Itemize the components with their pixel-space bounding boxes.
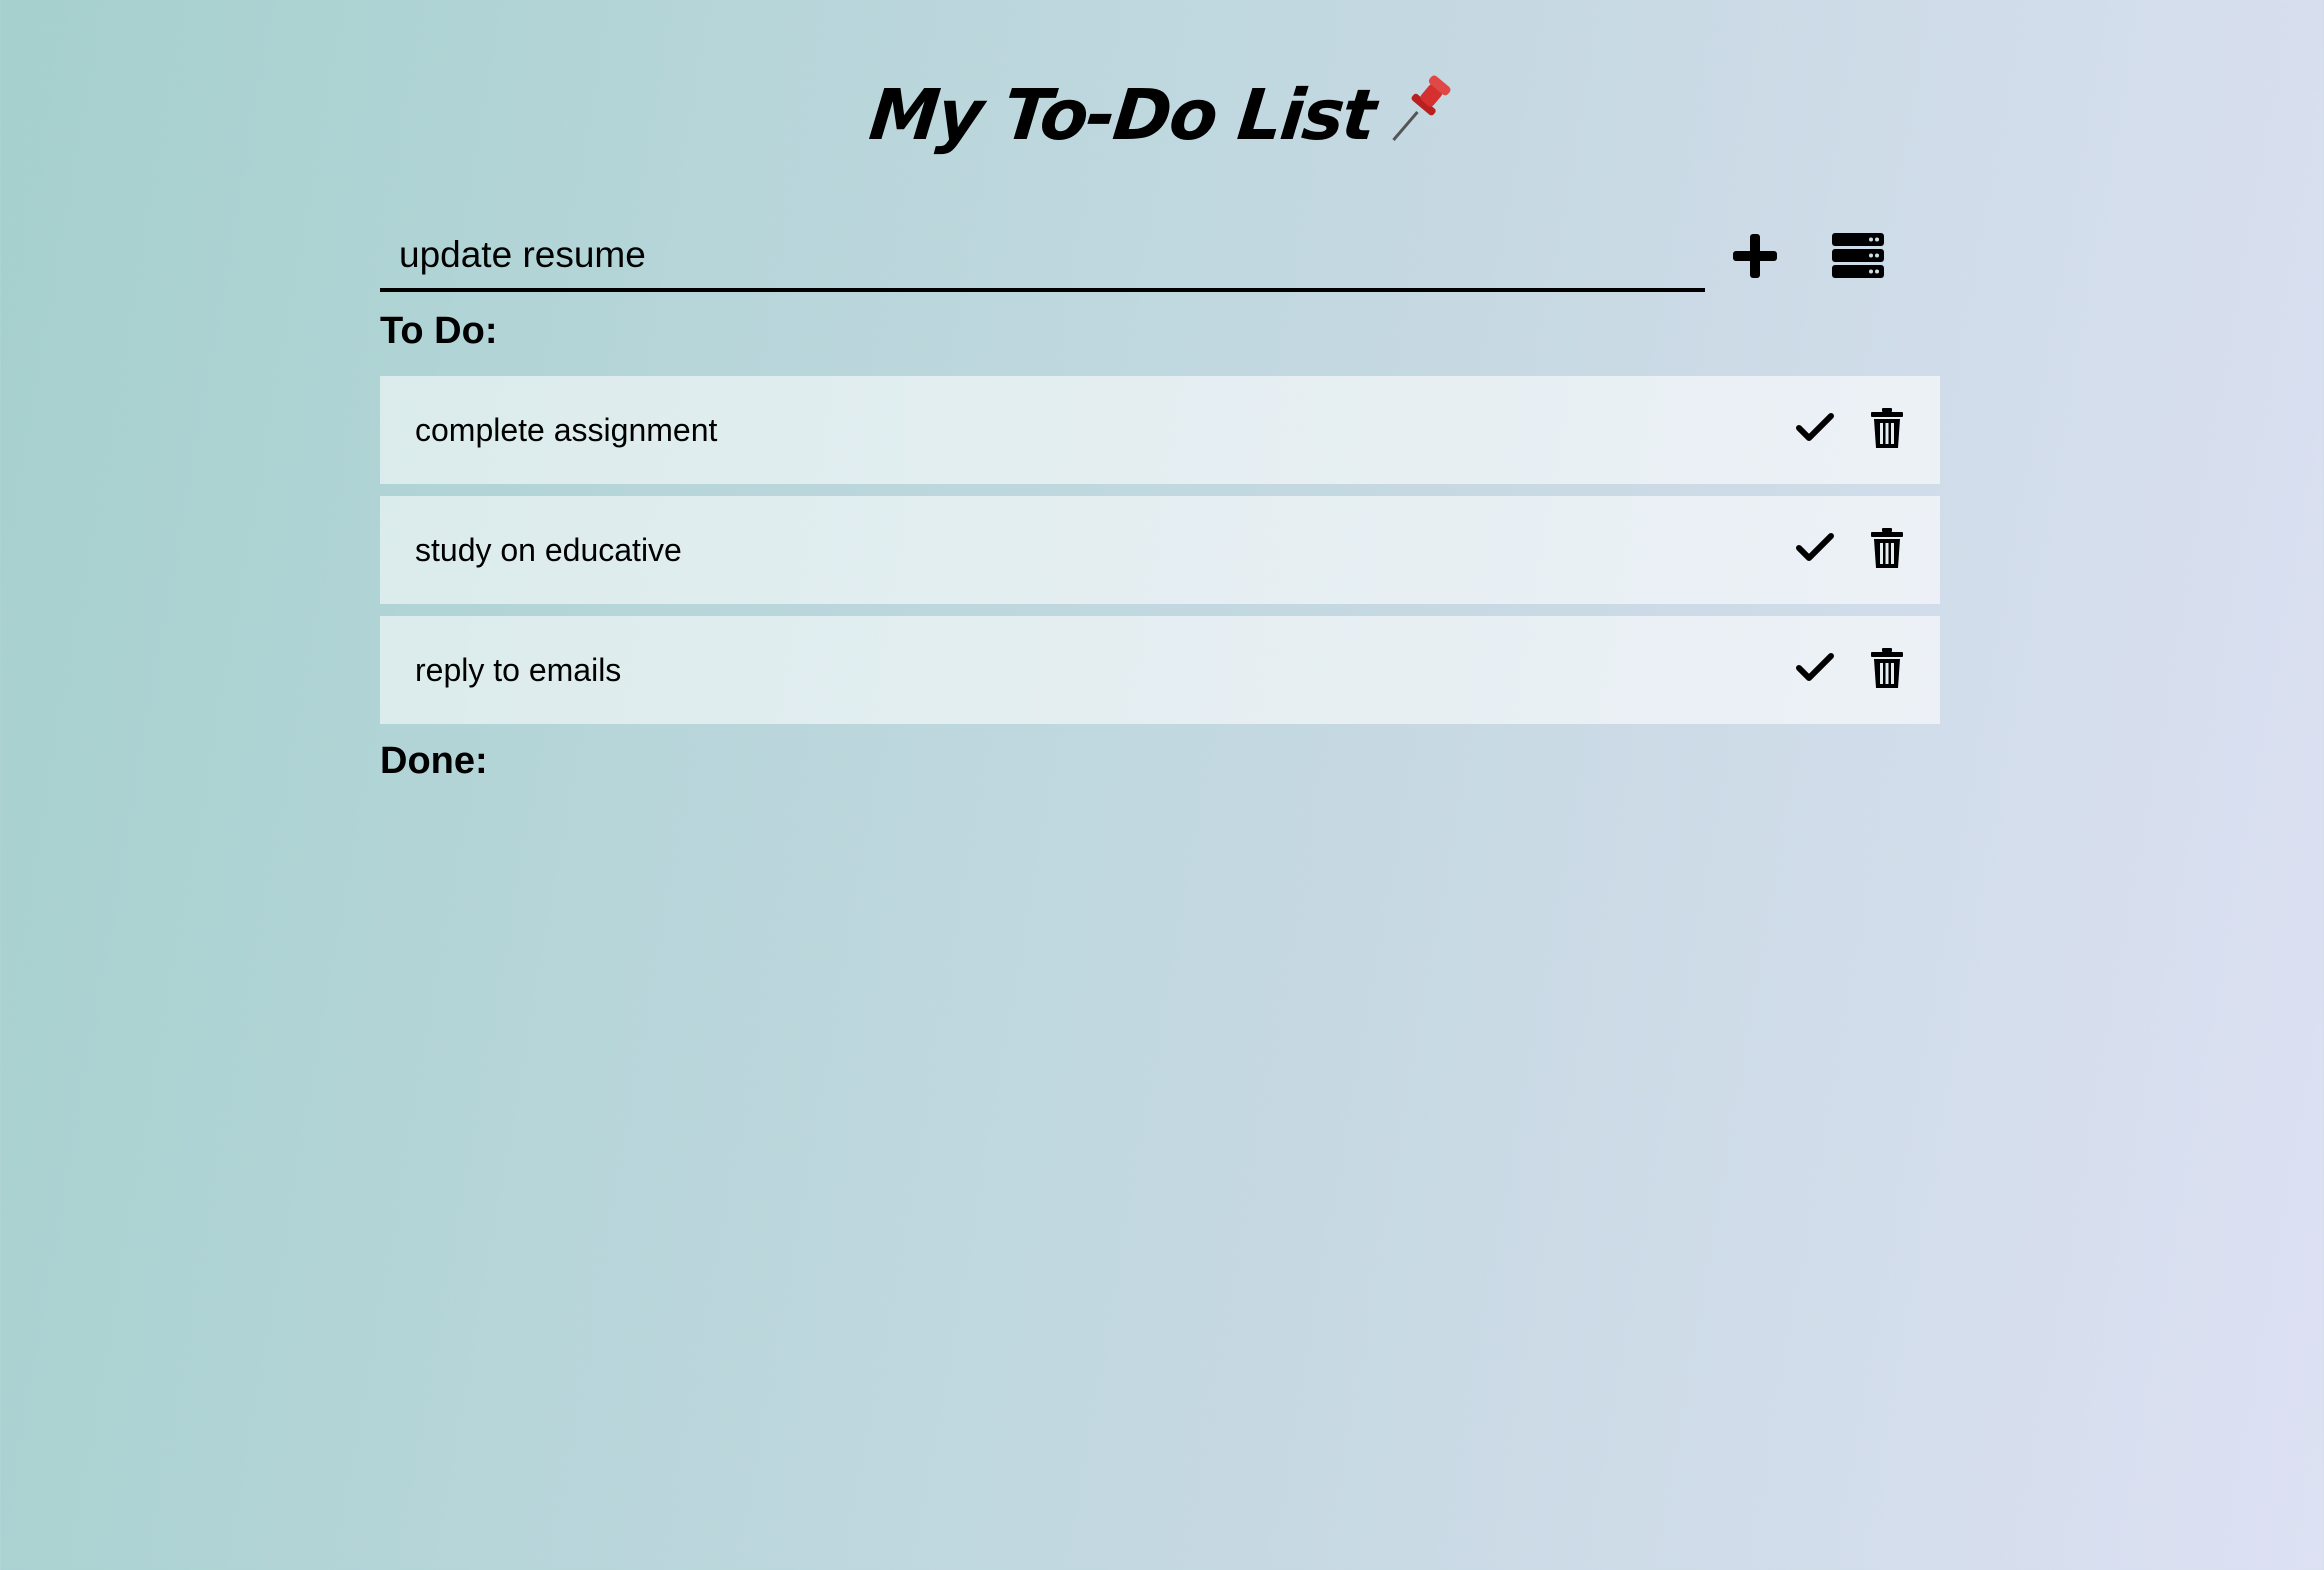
todo-item-text: reply to emails	[415, 652, 622, 688]
todo-item-text: study on educative	[415, 532, 682, 568]
complete-task-button[interactable]	[1790, 525, 1840, 575]
todo-item: reply to emails	[380, 616, 1940, 724]
add-task-button[interactable]	[1715, 218, 1795, 298]
database-icon	[1831, 232, 1885, 285]
pushpin-icon	[1387, 65, 1453, 175]
trash-icon	[1870, 527, 1904, 573]
delete-task-button[interactable]	[1865, 525, 1909, 575]
trash-icon	[1870, 407, 1904, 453]
new-task-input[interactable]	[380, 222, 1705, 292]
page-title: My To-Do List	[0, 60, 2324, 170]
plus-icon	[1731, 232, 1779, 285]
trash-icon	[1870, 647, 1904, 693]
todo-section-label: To Do:	[380, 310, 498, 352]
check-icon	[1796, 412, 1834, 448]
new-task-row	[380, 210, 1940, 310]
check-icon	[1796, 652, 1834, 688]
todo-item: study on educative	[380, 496, 1940, 604]
todo-item: complete assignment	[380, 376, 1940, 484]
complete-task-button[interactable]	[1790, 405, 1840, 455]
todo-list: complete assignment study on educative r…	[380, 376, 1940, 736]
storage-button[interactable]	[1820, 218, 1895, 298]
todo-item-text: complete assignment	[415, 412, 718, 448]
delete-task-button[interactable]	[1865, 405, 1909, 455]
delete-task-button[interactable]	[1865, 645, 1909, 695]
done-section-label: Done:	[380, 740, 488, 782]
page-title-text: My To-Do List	[865, 74, 1379, 156]
complete-task-button[interactable]	[1790, 645, 1840, 695]
check-icon	[1796, 532, 1834, 568]
